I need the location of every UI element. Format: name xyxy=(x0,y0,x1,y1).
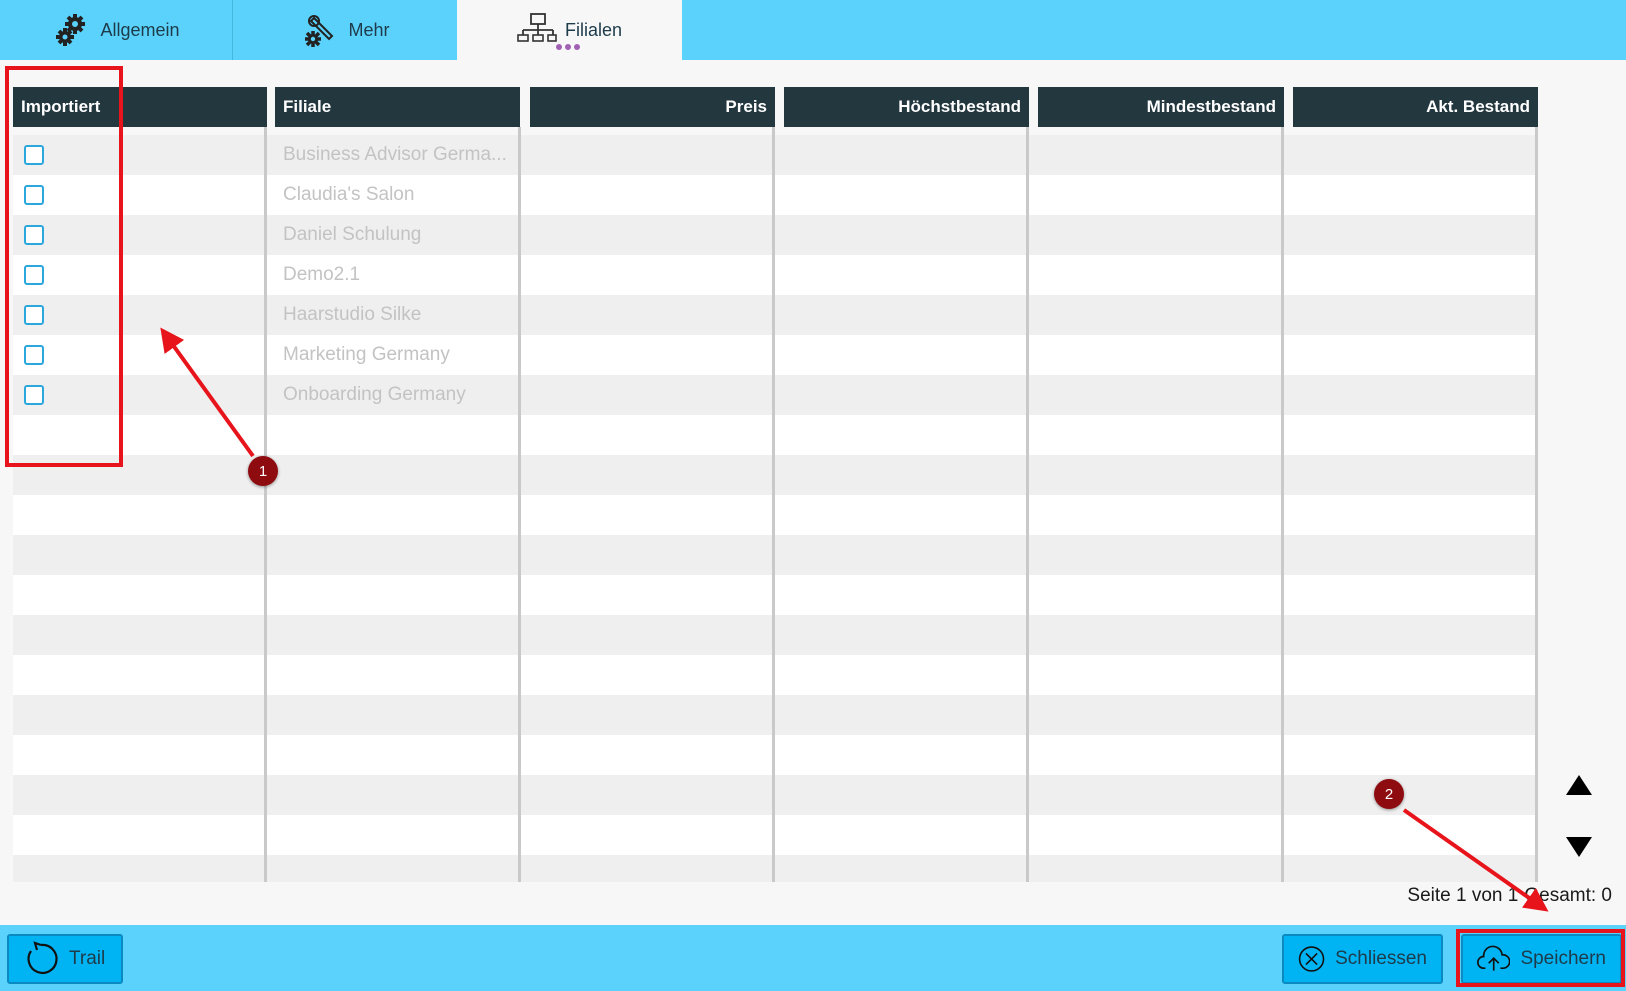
filiale-name: Claudia's Salon xyxy=(283,184,415,205)
total-count: Gesamt: 0 xyxy=(1524,885,1612,906)
close-circle-icon xyxy=(1298,946,1325,972)
triangle-down-icon xyxy=(1566,837,1592,857)
active-tab-indicator xyxy=(556,44,580,50)
column-divider xyxy=(1026,127,1029,882)
highlight-save-button xyxy=(1456,929,1625,987)
column-header-akt-bestand[interactable]: Akt. Bestand xyxy=(1293,87,1538,127)
column-header-mindestbestand[interactable]: Mindestbestand xyxy=(1038,87,1284,127)
filiale-name: Business Advisor Germa... xyxy=(283,144,507,165)
filiale-name: Haarstudio Silke xyxy=(283,304,422,325)
undo-icon xyxy=(27,941,58,975)
network-icon xyxy=(517,10,557,50)
triangle-up-icon xyxy=(1566,775,1592,795)
pagination-info: Seite 1 von 1 Gesamt: 0 xyxy=(1401,885,1612,907)
highlight-importiert-column xyxy=(5,66,123,467)
close-button[interactable]: Schliessen xyxy=(1282,934,1443,984)
bottom-toolbar: Trail Schliessen Speichern xyxy=(0,925,1626,991)
tab-label: Filialen xyxy=(564,19,623,40)
gear-wrench-icon xyxy=(300,10,340,50)
filialen-table: Importiert Filiale Preis Höchstbestand M… xyxy=(13,87,1538,882)
column-divider xyxy=(1535,127,1538,882)
tab-mehr[interactable]: Mehr xyxy=(233,0,457,60)
column-header-filiale[interactable]: Filiale xyxy=(275,87,520,127)
scroll-down-button[interactable] xyxy=(1562,830,1596,864)
column-header-hoechstbestand[interactable]: Höchstbestand xyxy=(784,87,1029,127)
tab-label: Mehr xyxy=(348,19,390,40)
trail-label: Trail xyxy=(69,948,106,969)
column-divider xyxy=(772,127,775,882)
column-divider xyxy=(518,127,521,882)
filiale-name: Daniel Schulung xyxy=(283,224,422,245)
close-label: Schliessen xyxy=(1335,948,1427,969)
tab-allgemein[interactable]: Allgemein xyxy=(0,0,233,60)
filiale-name: Onboarding Germany xyxy=(283,384,466,405)
column-header-preis[interactable]: Preis xyxy=(530,87,775,127)
trail-button[interactable]: Trail xyxy=(7,934,123,984)
column-divider xyxy=(1281,127,1284,882)
filiale-name: Marketing Germany xyxy=(283,344,450,365)
filiale-name: Demo2.1 xyxy=(283,264,361,285)
gears-icon xyxy=(52,10,92,50)
tab-label: Allgemein xyxy=(100,19,180,40)
tab-bar: Allgemein Mehr Filialen xyxy=(0,0,1626,60)
column-divider xyxy=(264,127,267,882)
annotation-badge-1: 1 xyxy=(248,456,278,486)
tab-filialen[interactable]: Filialen xyxy=(457,0,682,60)
annotation-badge-2: 2 xyxy=(1374,779,1404,809)
page-indicator: Seite 1 von 1 xyxy=(1407,885,1519,906)
scroll-up-button[interactable] xyxy=(1562,768,1596,802)
